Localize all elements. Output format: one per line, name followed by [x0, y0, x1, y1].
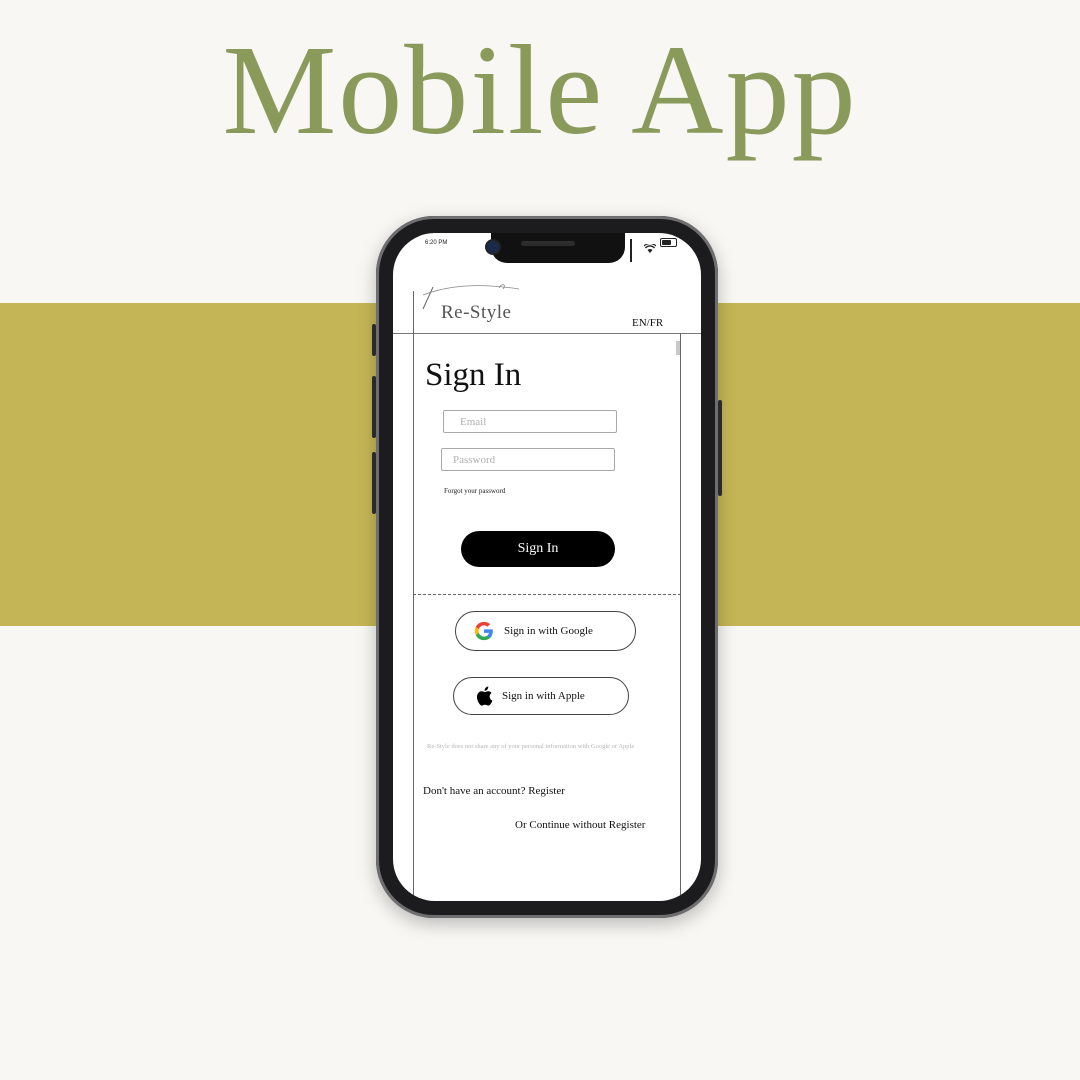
volume-up-button: [372, 376, 376, 438]
privacy-disclaimer: Re-Style does not share any of your pers…: [427, 743, 635, 750]
language-toggle[interactable]: EN/FR: [632, 317, 663, 329]
google-signin-label: Sign in with Google: [504, 625, 593, 637]
earpiece-speaker: [521, 241, 575, 246]
battery-icon: [660, 238, 677, 247]
page-title: Mobile App: [222, 19, 858, 161]
email-field[interactable]: Email: [443, 410, 617, 433]
status-icons: [630, 238, 677, 262]
status-time: 6:20 PM: [425, 240, 448, 246]
section-divider: [413, 594, 681, 595]
left-guide-line: [413, 291, 414, 901]
apple-signin-button[interactable]: Sign in with Apple: [453, 677, 629, 715]
power-button: [718, 400, 722, 496]
right-guide-line: [680, 333, 681, 901]
app-logo[interactable]: Re-Style: [441, 302, 512, 324]
apple-signin-label: Sign in with Apple: [502, 690, 585, 702]
front-camera: [487, 241, 499, 253]
signin-title: Sign In: [425, 357, 522, 393]
phone-screen: 6:20 PM Re-Style EN/FR Sign In Email Pas…: [393, 233, 701, 901]
volume-down-button: [372, 452, 376, 514]
phone-mockup: 6:20 PM Re-Style EN/FR Sign In Email Pas…: [372, 216, 722, 918]
signin-button[interactable]: Sign In: [461, 531, 615, 567]
mute-switch: [372, 324, 376, 356]
apple-icon: [473, 685, 495, 707]
notch: [487, 233, 625, 263]
google-signin-button[interactable]: Sign in with Google: [455, 611, 636, 651]
header-divider: [393, 333, 701, 334]
google-icon: [473, 620, 495, 642]
scrollbar-thumb[interactable]: [676, 341, 680, 355]
signal-icon: [630, 238, 640, 262]
wifi-icon: [643, 238, 657, 253]
continue-without-register-link[interactable]: Or Continue without Register: [515, 819, 645, 831]
password-field[interactable]: Password: [441, 448, 615, 471]
register-link[interactable]: Don't have an account? Register: [423, 785, 565, 797]
forgot-password-link[interactable]: Forgot your password: [444, 487, 505, 495]
